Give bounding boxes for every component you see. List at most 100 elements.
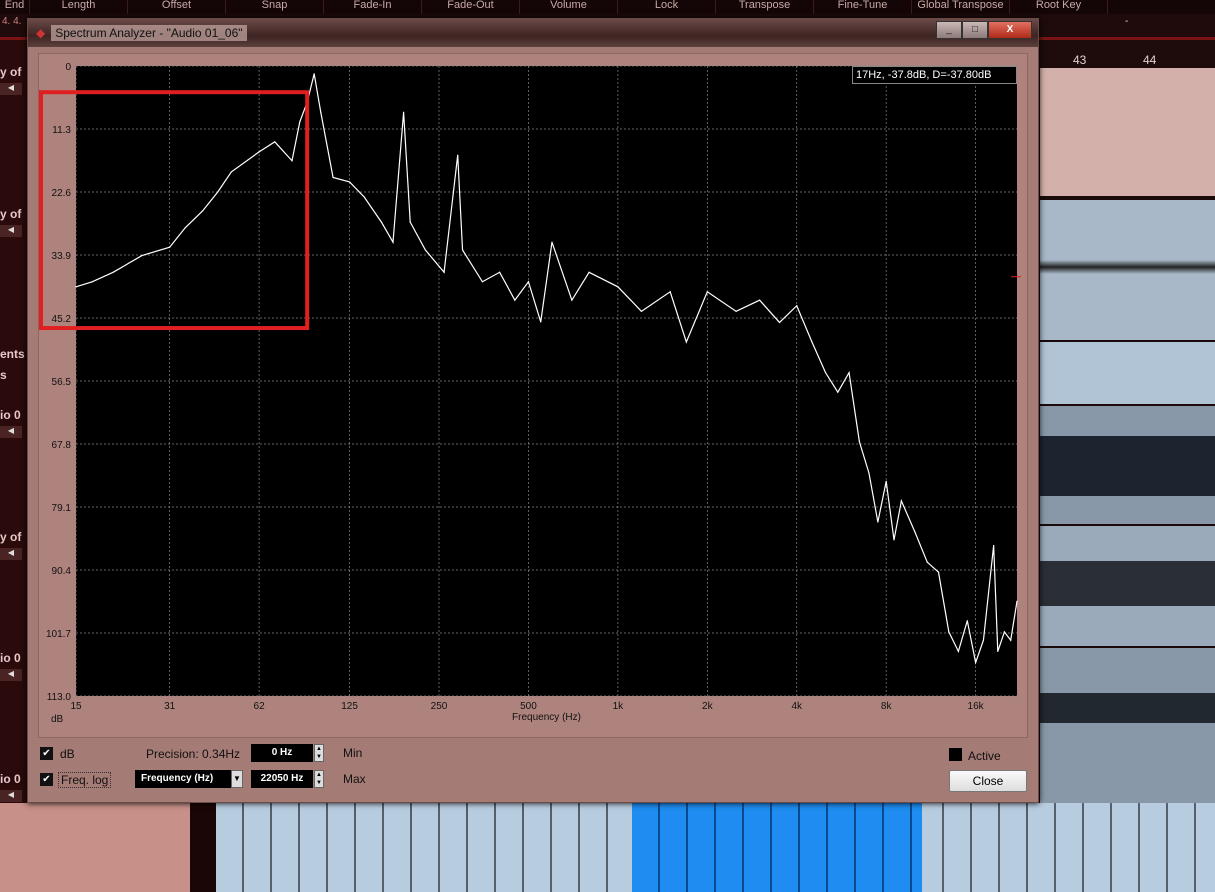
track-name[interactable]: y of	[0, 207, 21, 221]
x-tick-label: 2k	[702, 701, 714, 712]
track-lane[interactable]	[1040, 68, 1215, 196]
data-point	[948, 631, 950, 633]
data-point	[348, 181, 351, 183]
column-header[interactable]: Fade-In	[324, 0, 422, 14]
data-point	[443, 271, 445, 273]
freq-log-checkbox[interactable]: ✔	[40, 773, 53, 786]
track-name[interactable]: s	[0, 368, 7, 382]
column-header[interactable]: Fine-Tune	[814, 0, 912, 14]
column-header[interactable]: Global Transpose	[912, 0, 1010, 14]
data-point	[997, 650, 999, 652]
chevron-down-icon[interactable]: ▼	[231, 770, 243, 788]
active-label: Active	[968, 749, 1001, 763]
column-header[interactable]: Offset	[128, 0, 226, 14]
data-point	[993, 544, 995, 547]
data-point	[514, 299, 516, 301]
track-button[interactable]: ◀	[0, 426, 22, 438]
data-point	[778, 321, 781, 324]
track-button[interactable]: ◀	[0, 83, 22, 95]
bottom-track-area[interactable]	[0, 803, 1215, 892]
track-lane[interactable]	[1040, 406, 1215, 524]
data-point	[796, 305, 798, 307]
column-header[interactable]: Lock	[618, 0, 716, 14]
data-point	[201, 210, 204, 212]
data-point	[112, 271, 114, 273]
data-point	[669, 291, 671, 293]
data-point	[685, 341, 687, 343]
data-point	[274, 141, 276, 143]
track-name[interactable]: io 0	[0, 772, 21, 786]
data-point	[640, 310, 643, 312]
min-frequency-input[interactable]: 0 Hz	[251, 744, 313, 762]
data-point	[380, 221, 383, 223]
track-button[interactable]: ◀	[0, 669, 22, 681]
data-point	[811, 341, 813, 343]
data-point	[363, 196, 365, 198]
active-indicator[interactable]	[949, 748, 962, 761]
max-stepper[interactable]: ▲ ▼	[314, 770, 324, 788]
column-header[interactable]: Volume	[520, 0, 618, 14]
track-list: y of ◀ y of ◀ ents s io 0 ◀ y of ◀ io 0 ◀ io 0 ◀	[0, 40, 27, 810]
x-tick-label: 16k	[968, 701, 985, 712]
data-point	[837, 391, 839, 393]
track-button[interactable]: ◀	[0, 225, 22, 237]
column-header[interactable]: End	[0, 0, 30, 14]
db-label: dB	[60, 747, 75, 761]
column-header[interactable]: Snap	[226, 0, 324, 14]
min-stepper[interactable]: ▲ ▼	[314, 744, 324, 762]
track-name[interactable]: y of	[0, 65, 21, 79]
max-frequency-input[interactable]: 22050 Hz	[251, 770, 313, 788]
data-point	[184, 227, 186, 229]
data-point	[402, 111, 405, 113]
y-tick-label: 79.1	[52, 503, 72, 514]
data-point	[409, 221, 411, 223]
track-name[interactable]: io 0	[0, 651, 21, 665]
track-lane[interactable]	[1040, 342, 1215, 404]
x-tick-label: 1k	[613, 701, 625, 712]
column-header[interactable]: Transpose	[716, 0, 814, 14]
window-title: Spectrum Analyzer - "Audio 01_06"	[51, 25, 247, 41]
spectrum-analyzer-window: ◆ Spectrum Analyzer - "Audio 01_06" _ □ …	[27, 18, 1039, 803]
data-point	[1010, 639, 1012, 641]
y-tick-label: 67.8	[52, 440, 72, 451]
track-button[interactable]: ◀	[0, 548, 22, 560]
track-button[interactable]: ◀	[0, 790, 22, 802]
selected-region[interactable]	[632, 803, 922, 892]
track-name[interactable]: y of	[0, 530, 21, 544]
data-point	[868, 472, 870, 474]
data-point	[759, 299, 761, 301]
y-tick-label: 11.3	[52, 125, 71, 136]
x-tick-label: 31	[164, 701, 176, 712]
data-point	[937, 571, 940, 573]
data-point	[588, 271, 590, 273]
close-button[interactable]: Close	[949, 770, 1027, 792]
data-point	[893, 539, 895, 541]
track-lane[interactable]	[1040, 648, 1215, 803]
data-point	[824, 372, 827, 374]
timeline-ruler[interactable]: 43 44	[1040, 40, 1215, 68]
column-header[interactable]: Fade-Out	[422, 0, 520, 14]
data-point	[848, 372, 850, 374]
track-name[interactable]: io 0	[0, 408, 21, 422]
data-point	[982, 639, 985, 641]
close-window-button[interactable]: X	[988, 21, 1032, 39]
title-bar[interactable]: ◆ Spectrum Analyzer - "Audio 01_06" _ □ …	[28, 19, 1038, 47]
position-text: 4. 4.	[2, 16, 22, 27]
unit-select[interactable]: Frequency (Hz)	[135, 770, 233, 788]
data-point	[885, 480, 887, 482]
data-point	[735, 310, 737, 312]
maximize-button[interactable]: □	[962, 21, 988, 39]
data-point	[141, 254, 143, 257]
minimize-button[interactable]: _	[936, 21, 962, 39]
data-point	[457, 154, 459, 156]
column-header[interactable]: Length	[30, 0, 128, 14]
x-tick-label: 8k	[881, 701, 893, 712]
track-name[interactable]: ents	[0, 347, 25, 361]
data-point	[900, 500, 902, 502]
spectrum-chart[interactable]: 0 11.3 22.6 33.9 45.2 56.5 67.8 79.1 90.4 101.7 11…	[39, 54, 1029, 739]
track-lane[interactable]	[1040, 200, 1215, 340]
data-point	[617, 286, 619, 288]
column-header[interactable]: Root Key	[1010, 0, 1108, 14]
db-checkbox[interactable]: ✔	[40, 747, 53, 760]
track-lane[interactable]	[1040, 526, 1215, 646]
